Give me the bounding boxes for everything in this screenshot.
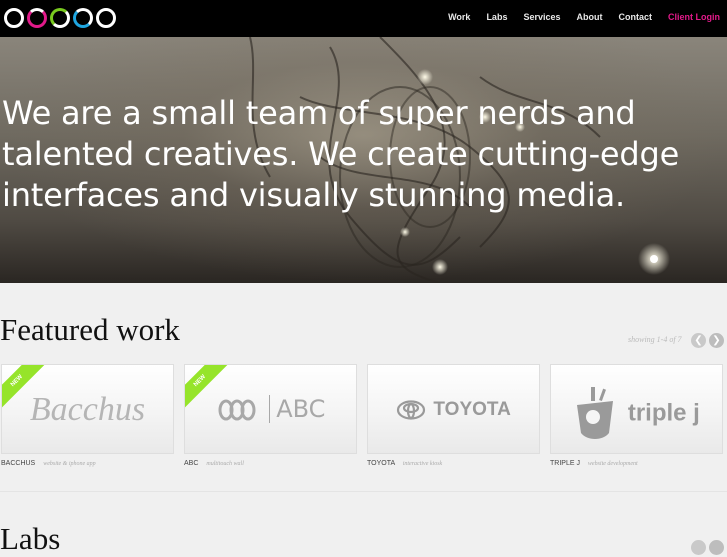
site-logo[interactable] [4,8,116,28]
card-description: multitouch wall [206,461,244,467]
chevron-right-icon[interactable] [709,540,724,555]
card-logo: triple j [551,387,722,441]
hero-banner: We are a small team of super nerds and t… [0,37,727,283]
card-title: TOYOTA [367,460,395,467]
card-title: ABC [184,460,199,467]
featured-work-heading: Featured work [0,312,180,347]
main-menu: Work Labs Services About Contact Client … [448,12,720,22]
featured-card-toyota[interactable]: TOYOTA [367,364,540,454]
card-description: website development [587,461,638,467]
nav-labs[interactable]: Labs [486,12,507,22]
card-caption: BACCHUS website & iphone app [1,460,96,467]
chevron-left-icon[interactable]: ❮ [691,333,706,348]
card-caption: TOYOTA interactive kiosk [367,460,442,467]
card-logo: ABC [185,395,356,423]
chevron-right-icon[interactable]: ❯ [709,333,724,348]
nav-about[interactable]: About [577,12,603,22]
card-logo-text: triple j [627,399,700,427]
card-logo-text: ABC [269,395,326,423]
card-logo-text: TOYOTA [433,399,511,420]
logo-ring-icon [96,8,116,28]
card-logo: Bacchus [29,391,146,428]
logo-ring-icon [27,8,47,28]
featured-card-triplej[interactable]: triple j [550,364,723,454]
card-logo: TOYOTA [368,399,539,421]
triplej-can-icon [577,387,614,439]
nav-work[interactable]: Work [448,12,470,22]
hero-tagline: We are a small team of super nerds and t… [2,94,680,214]
abc-lissajous-icon [218,399,256,421]
logo-ring-icon [73,8,93,28]
logo-ring-icon [50,8,70,28]
card-title: BACCHUS [1,460,36,467]
nav-client-login[interactable]: Client Login [668,12,720,22]
card-caption: TRIPLE J website development [550,460,638,467]
chevron-left-icon[interactable] [691,540,706,555]
card-description: website & iphone app [43,461,96,467]
nav-contact[interactable]: Contact [619,12,653,22]
pagination-status: showing 1-4 of 7 [628,335,682,344]
top-navigation: Work Labs Services About Contact Client … [0,0,727,37]
section-divider [0,491,727,492]
card-description: interactive kiosk [402,461,443,467]
labs-heading: Labs [0,521,61,556]
card-caption: ABC multitouch wall [184,460,244,467]
logo-ring-icon [4,8,24,28]
featured-card-abc[interactable]: NEW ABC [184,364,357,454]
nav-services[interactable]: Services [523,12,560,22]
featured-card-bacchus[interactable]: NEW Bacchus [1,364,174,454]
card-title: TRIPLE J [550,460,580,467]
toyota-emblem-icon [397,400,426,420]
